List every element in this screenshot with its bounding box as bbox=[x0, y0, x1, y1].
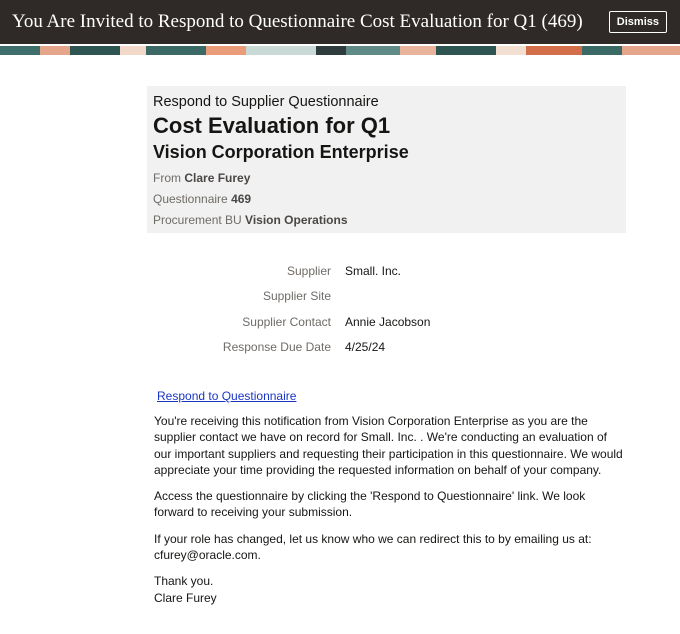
detail-label: Supplier Contact bbox=[242, 314, 331, 329]
from-label: From bbox=[153, 171, 181, 185]
detail-value: Annie Jacobson bbox=[345, 314, 431, 329]
detail-row-supplier-site: Supplier Site bbox=[147, 284, 626, 310]
decorative-banner bbox=[0, 44, 680, 55]
procurement-bu-value: Vision Operations bbox=[245, 213, 348, 227]
summary-pretitle: Respond to Supplier Questionnaire bbox=[153, 94, 379, 110]
questionnaire-number: 469 bbox=[231, 192, 252, 206]
closing: Thank you. Clare Furey bbox=[154, 573, 624, 606]
detail-row-supplier-contact: Supplier Contact Annie Jacobson bbox=[147, 309, 626, 335]
detail-label: Supplier Site bbox=[262, 289, 331, 304]
organization-name: Vision Corporation Enterprise bbox=[153, 142, 409, 162]
detail-label: Supplier bbox=[286, 263, 331, 278]
respond-to-questionnaire-link[interactable]: Respond to Questionnaire bbox=[157, 389, 296, 403]
questionnaire-number-line: Questionnaire 469 bbox=[153, 192, 620, 206]
message-paragraph: If your role has changed, let us know wh… bbox=[154, 531, 592, 563]
banner-pattern bbox=[0, 46, 680, 55]
procurement-bu-line: Procurement BU Vision Operations bbox=[153, 213, 620, 227]
message-body: You're receiving this notification from … bbox=[154, 413, 624, 616]
notification-header: You Are Invited to Respond to Questionna… bbox=[0, 0, 680, 44]
from-line: From Clare Furey bbox=[153, 171, 620, 185]
closing-thanks: Thank you. bbox=[154, 574, 214, 589]
message-paragraph: You're receiving this notification from … bbox=[154, 414, 623, 477]
from-value: Clare Furey bbox=[184, 171, 251, 185]
questionnaire-label: Questionnaire bbox=[153, 192, 228, 206]
questionnaire-summary-panel: Respond to Supplier Questionnaire Cost E… bbox=[147, 86, 626, 233]
supplier-details: Supplier Small. Inc. Supplier Site Suppl… bbox=[147, 258, 626, 360]
notification-title: You Are Invited to Respond to Questionna… bbox=[12, 11, 583, 32]
detail-row-response-due-date: Response Due Date 4/25/24 bbox=[147, 335, 626, 361]
questionnaire-title: Cost Evaluation for Q1 bbox=[153, 113, 391, 138]
dismiss-button[interactable]: Dismiss bbox=[608, 11, 667, 33]
message-paragraph: Access the questionnaire by clicking the… bbox=[154, 489, 586, 520]
detail-row-supplier: Supplier Small. Inc. bbox=[147, 258, 626, 284]
closing-signature: Clare Furey bbox=[154, 590, 217, 605]
detail-value: 4/25/24 bbox=[345, 340, 386, 355]
procurement-bu-label: Procurement BU bbox=[153, 213, 242, 227]
detail-label: Response Due Date bbox=[222, 340, 331, 355]
detail-value: Small. Inc. bbox=[345, 263, 402, 278]
